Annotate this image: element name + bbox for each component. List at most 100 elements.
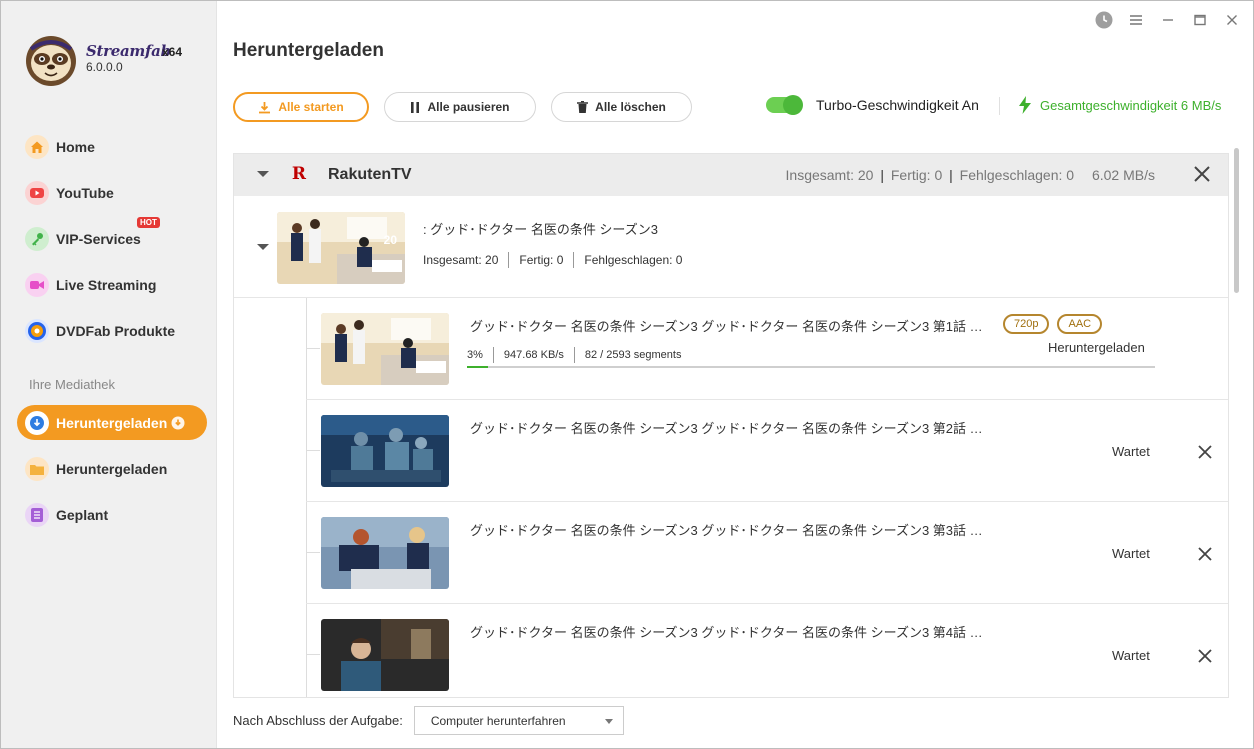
group-done: Fertig: 0 [890,167,943,183]
episode-thumbnail [321,313,449,385]
episode-status: Wartet [1112,444,1150,459]
progress-percent: 3% [467,349,483,361]
series-thumbnail: 20 [277,212,405,284]
series-row: 20 : グッド･ドクター 名医の条件 シーズン3 Insgesamt: 20 … [234,196,1228,298]
remove-episode-icon[interactable] [1196,647,1214,665]
episode-thumbnail [321,517,449,589]
pause-all-label: Alle pausieren [427,100,510,114]
after-task-label: Nach Abschluss der Aufgabe: [233,713,403,728]
sidebar-item-dvdfab[interactable]: DVDFab Produkte [25,315,205,347]
group-failed: Fehlgeschlagen: 0 [959,167,1075,183]
folder-icon [25,457,49,481]
dvdfab-icon [25,319,49,343]
after-task-bar: Nach Abschluss der Aufgabe: Computer her… [233,706,624,735]
key-icon [25,227,49,251]
remove-episode-icon[interactable] [1196,443,1214,461]
series-total: Insgesamt: 20 [423,253,499,267]
sidebar-item-scheduled[interactable]: Geplant [25,499,205,531]
collapse-series-icon[interactable] [257,244,269,250]
toolbar: Alle starten Alle pausieren Alle löschen [233,92,692,122]
home-icon [25,135,49,159]
start-all-button[interactable]: Alle starten [233,92,369,122]
app-name: Streamfab [86,42,171,60]
series-title: : グッド･ドクター 名医の条件 シーズン3 [423,222,659,237]
main-area: Heruntergeladen Alle starten Alle pausie… [218,1,1253,748]
sidebar-item-youtube[interactable]: YouTube [25,177,205,209]
pause-icon [410,101,420,113]
turbo-speed: Turbo-Geschwindigkeit An [766,95,979,115]
episode-thumbnail [321,619,449,691]
group-stats: Insgesamt: 20 | Fertig: 0 | Fehlgeschlag… [785,167,1155,183]
series-done: Fertig: 0 [519,253,564,267]
sidebar-item-live-streaming[interactable]: Live Streaming [25,269,205,301]
episode-status: Wartet [1112,648,1150,663]
episode-row: グッド･ドクター 名医の条件 シーズン3 グッド･ドクター 名医の条件 シーズン… [306,604,1228,697]
sloth-logo-icon [26,36,76,86]
close-window-icon[interactable] [1223,11,1241,29]
delete-all-button[interactable]: Alle löschen [551,92,692,122]
list-icon [25,503,49,527]
history-icon[interactable] [1095,11,1113,29]
episode-title: グッド･ドクター 名医の条件 シーズン3 グッド･ドクター 名医の条件 シーズン… [470,421,990,436]
group-speed: 6.02 MB/s [1091,167,1155,183]
episode-title: グッド･ドクター 名医の条件 シーズン3 グッド･ドクター 名医の条件 シーズン… [470,625,990,640]
scrollbar[interactable] [1234,148,1239,293]
episode-title: グッド･ドクター 名医の条件 シーズン3 グッド･ドクター 名医の条件 シーズン… [470,523,990,538]
total-speed-label: Gesamtgeschwindigkeit 6 MB/s [1040,97,1222,113]
app-window: Streamfab x64 6.0.0.0 Home YouTube VIP-S… [0,0,1254,749]
close-group-icon[interactable] [1193,165,1211,183]
lightning-icon [1019,96,1031,114]
delete-all-label: Alle löschen [595,100,666,114]
turbo-toggle[interactable] [766,95,803,115]
after-task-select[interactable]: Computer herunterfahren [413,706,624,735]
window-controls [1095,11,1241,29]
divider [999,97,1000,115]
episode-thumbnail [321,415,449,487]
remove-episode-icon[interactable] [1196,545,1214,563]
sidebar-item-downloading[interactable]: Heruntergeladen [17,405,207,440]
download-icon [258,101,271,114]
total-speed: Gesamtgeschwindigkeit 6 MB/s [1018,96,1221,114]
download-speed: 947.68 KB/s [503,349,564,361]
episode-status: Wartet [1112,546,1150,561]
trash-icon [577,101,589,113]
app-version: 6.0.0.0 [86,60,123,74]
group-title: RakutenTV [328,166,412,183]
series-failed: Fehlgeschlagen: 0 [584,253,683,267]
sidebar-item-label: DVDFab Produkte [56,323,176,339]
sidebar: Streamfab x64 6.0.0.0 Home YouTube VIP-S… [1,1,217,748]
group-total: Insgesamt: 20 [785,167,874,183]
maximize-icon[interactable] [1191,11,1209,29]
sidebar-item-home[interactable]: Home [25,131,205,163]
progress-bar [467,366,1155,368]
sidebar-item-downloaded[interactable]: Heruntergeladen [25,453,205,485]
turbo-label: Turbo-Geschwindigkeit An [816,97,979,113]
episode-title: グッド･ドクター 名医の条件 シーズン3 グッド･ドクター 名医の条件 シーズン… [470,319,995,334]
quality-badge: 720p [1003,314,1050,334]
segments-count: 82 / 2593 segments [584,349,682,361]
sidebar-item-label: VIP-Services [56,231,141,247]
after-task-value: Computer herunterfahren [430,713,566,728]
hot-badge: HOT [137,217,160,228]
sidebar-item-label: YouTube [56,185,114,201]
pause-all-button[interactable]: Alle pausieren [384,92,536,122]
page-title: Heruntergeladen [233,40,384,61]
downloading-indicator-icon [171,416,185,429]
series-count: 20 [383,233,397,247]
menu-icon[interactable] [1127,11,1145,29]
youtube-icon [25,181,49,205]
library-section-label: Ihre Mediathek [29,377,115,392]
minimize-icon[interactable] [1159,11,1177,29]
sidebar-item-vip-services[interactable]: VIP-Services HOT [25,217,205,255]
sidebar-item-label: Heruntergeladen [56,461,168,477]
collapse-group-icon[interactable] [257,171,269,177]
group-header: R RakutenTV Insgesamt: 20 | Fertig: 0 | … [234,154,1228,196]
video-camera-icon [25,273,49,297]
download-group-panel: R RakutenTV Insgesamt: 20 | Fertig: 0 | … [233,153,1229,698]
app-arch: x64 [162,45,183,59]
audio-badge: AAC [1057,314,1103,334]
download-icon [25,410,49,435]
series-stats: Insgesamt: 20 Fertig: 0 Fehlgeschlagen: … [423,252,682,268]
episode-status: Heruntergeladen [1048,340,1145,355]
start-all-label: Alle starten [278,100,344,114]
